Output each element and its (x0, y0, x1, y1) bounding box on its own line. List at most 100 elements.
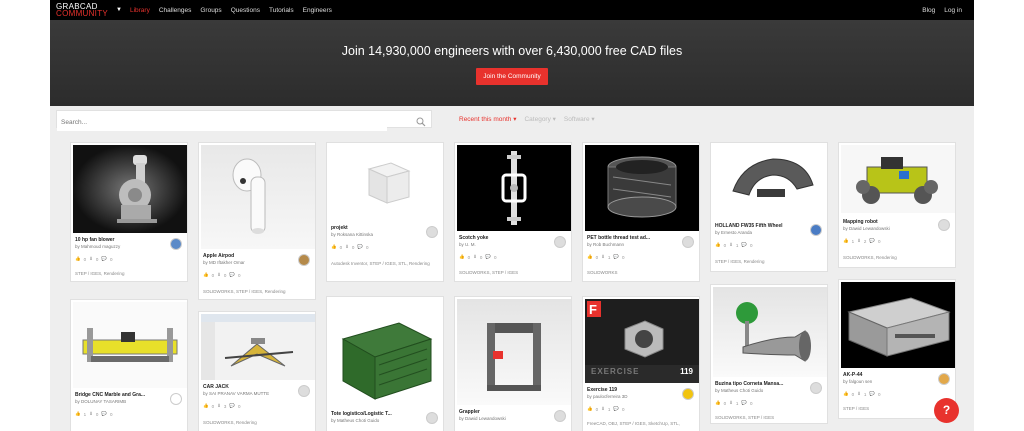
model-thumbnail[interactable] (329, 145, 443, 221)
model-thumbnail[interactable] (457, 145, 571, 231)
model-card[interactable]: HOLLAND FW35 Fifth Wheel by Ernesto Aran… (710, 142, 828, 272)
likes-count: 1 (851, 238, 855, 244)
model-card[interactable]: F EXERCISE 119 Exercise 119 by paulocfer… (582, 296, 700, 431)
model-card[interactable]: projekt by Roksana Kittinska 👍 0 ⬇ 0 💬 0 Au… (326, 142, 444, 282)
download-icon: ⬇ (857, 391, 861, 396)
model-card[interactable]: AK-P-44 by falgoun sen 👍 0 ⬇ 1 💬 0 STEP / I… (838, 279, 956, 419)
model-title[interactable]: Grappler (459, 409, 551, 415)
model-card[interactable]: CAR JACK by SAI PRANAV VARMA MUTTE 👍 0 ⬇ 3… (198, 311, 316, 431)
model-title[interactable]: PET bottle thread test ad... (587, 235, 679, 241)
model-title[interactable]: 10 hp fan blower (75, 237, 167, 243)
author-avatar[interactable] (554, 410, 566, 422)
model-card[interactable]: 10 hp fan blower by Mahmoud maguzzy 👍 0 ⬇… (70, 142, 188, 282)
nav-challenges-link[interactable]: Challenges (159, 7, 192, 14)
model-title[interactable]: HOLLAND FW35 Fifth Wheel (715, 223, 807, 229)
downloads-count: 0 (223, 272, 227, 278)
author-avatar[interactable] (682, 236, 694, 248)
author-avatar[interactable] (170, 238, 182, 250)
model-card[interactable]: Apple Airpod by MD Iftakher Omar 👍 0 ⬇ 0 💬… (198, 142, 316, 300)
model-thumbnail[interactable] (713, 287, 827, 377)
model-stats: 👍 0 ⬇ 1 💬 0 (587, 406, 625, 412)
model-author[interactable]: by Dawid Lewandowski (459, 416, 551, 421)
model-card[interactable]: Tote logistico/Logistic T... by Matheus … (326, 296, 444, 431)
likes-count: 0 (723, 242, 727, 248)
author-avatar[interactable] (426, 412, 438, 424)
model-card[interactable]: Bridge CNC Marble and Gra... by DOLUNAY … (70, 299, 188, 431)
model-thumbnail[interactable] (201, 314, 315, 380)
author-avatar[interactable] (938, 219, 950, 231)
model-tags: SOLIDWORKS, STEP / IGES (459, 270, 519, 275)
model-author[interactable]: by Mahmoud maguzzy (75, 244, 167, 249)
author-avatar[interactable] (938, 373, 950, 385)
author-avatar[interactable] (682, 388, 694, 400)
author-avatar[interactable] (298, 254, 310, 266)
model-author[interactable]: by falgoun sen (843, 379, 935, 384)
model-thumbnail[interactable] (73, 302, 187, 388)
model-stats: 👍 0 ⬇ 0 💬 0 (459, 254, 497, 260)
author-avatar[interactable] (426, 226, 438, 238)
logo-dropdown-caret-icon[interactable]: ▼ (116, 7, 122, 13)
model-card[interactable]: Buzina tipo Corneta Mansa... by Matheus … (710, 284, 828, 424)
model-thumbnail[interactable] (201, 145, 315, 249)
model-title[interactable]: CAR JACK (203, 384, 295, 390)
grabcad-logo[interactable]: GRABCAD COMMUNITY (56, 3, 108, 18)
model-title[interactable]: Buzina tipo Corneta Mansa... (715, 381, 807, 387)
model-thumbnail[interactable]: F EXERCISE 119 (585, 299, 699, 383)
model-title[interactable]: Tote logistico/Logistic T... (331, 411, 423, 417)
model-author[interactable]: by MD Iftakher Omar (203, 260, 295, 265)
nav-questions-link[interactable]: Questions (231, 7, 260, 14)
like-icon: 👍 (75, 256, 81, 261)
model-title[interactable]: Mapping robot (843, 219, 935, 225)
model-author[interactable]: by paulocferreira 3D (587, 394, 679, 399)
model-card[interactable]: Scotch yoke by U. M. 👍 0 ⬇ 0 💬 0 SOLIDWORKS… (454, 142, 572, 282)
download-icon: ⬇ (345, 244, 349, 249)
main-nav-links: Library Challenges Groups Questions Tuto… (130, 7, 341, 14)
model-title[interactable]: AK-P-44 (843, 372, 935, 378)
join-community-button[interactable]: Join the Community (476, 68, 548, 85)
author-avatar[interactable] (554, 236, 566, 248)
model-card[interactable]: Mapping robot by Dawid Lewandowski 👍 1 ⬇ 2… (838, 142, 956, 268)
author-avatar[interactable] (810, 382, 822, 394)
model-author[interactable]: by Matheus Choti Guido (331, 418, 423, 423)
like-icon: 👍 (587, 406, 593, 411)
help-button[interactable]: ? (934, 398, 959, 423)
model-thumbnail[interactable] (841, 282, 955, 368)
model-author[interactable]: by U. M. (459, 242, 551, 247)
model-author[interactable]: by Roksana Kittinska (331, 232, 423, 237)
like-icon: 👍 (715, 400, 721, 405)
model-thumbnail[interactable] (713, 145, 827, 217)
author-avatar[interactable] (170, 393, 182, 405)
nav-tutorials-link[interactable]: Tutorials (269, 7, 294, 14)
model-author[interactable]: by Ernesto Aranda (715, 230, 807, 235)
model-title[interactable]: Bridge CNC Marble and Gra... (75, 392, 167, 398)
model-card[interactable]: Grappler by Dawid Lewandowski (454, 296, 572, 431)
model-thumbnail[interactable] (329, 299, 443, 407)
model-title[interactable]: Exercise 119 (587, 387, 679, 393)
model-title[interactable]: Scotch yoke (459, 235, 551, 241)
recent-this-month-dropdown[interactable]: Recent this month ▾ (459, 115, 516, 123)
downloads-count: 0 (95, 411, 99, 417)
blog-link[interactable]: Blog (922, 7, 935, 14)
author-avatar[interactable] (810, 224, 822, 236)
model-thumbnail[interactable] (457, 299, 571, 405)
model-thumbnail[interactable] (841, 145, 955, 213)
login-link[interactable]: Log in (944, 7, 962, 14)
model-author[interactable]: by DOLUNAY TASARIMB (75, 399, 167, 404)
search-icon[interactable] (416, 114, 426, 132)
nav-library-link[interactable]: Library (130, 7, 150, 14)
software-dropdown[interactable]: Software ▾ (564, 115, 595, 123)
model-author[interactable]: by Rob Buchmann (587, 242, 679, 247)
model-author[interactable]: by Matheus Choti Guido (715, 388, 807, 393)
nav-groups-link[interactable]: Groups (200, 7, 221, 14)
category-dropdown[interactable]: Category ▾ (524, 115, 555, 123)
model-card[interactable]: PET bottle thread test ad... by Rob Buch… (582, 142, 700, 282)
model-thumbnail[interactable] (585, 145, 699, 231)
model-title[interactable]: projekt (331, 225, 423, 231)
model-title[interactable]: Apple Airpod (203, 253, 295, 259)
nav-engineers-link[interactable]: Engineers (303, 7, 332, 14)
search-input[interactable] (57, 114, 387, 131)
model-author[interactable]: by SAI PRANAV VARMA MUTTE (203, 391, 295, 396)
model-author[interactable]: by Dawid Lewandowski (843, 226, 935, 231)
model-thumbnail[interactable] (73, 145, 187, 233)
author-avatar[interactable] (298, 385, 310, 397)
